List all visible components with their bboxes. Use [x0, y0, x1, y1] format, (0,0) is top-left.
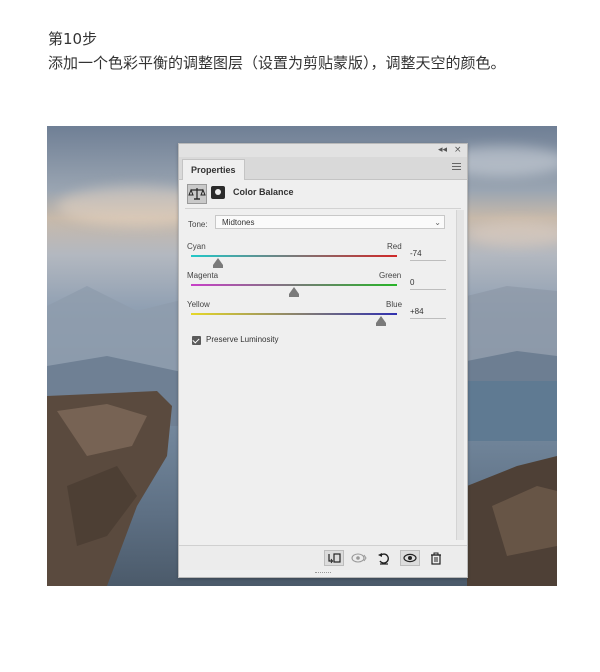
slider-value-field[interactable]: +84 [410, 306, 446, 319]
reset-icon[interactable] [374, 550, 394, 566]
slider-track[interactable] [191, 255, 397, 257]
panel-bottom-toolbar [179, 545, 467, 570]
tone-dropdown-value: Midtones [222, 218, 255, 227]
slider-track[interactable] [191, 313, 397, 315]
header-divider [185, 208, 461, 209]
properties-panel: ◂◂ × Properties Color Balance Tone: Midt… [178, 143, 468, 578]
slider-track[interactable] [191, 284, 397, 286]
slider-thumb[interactable] [212, 258, 223, 268]
visibility-eye-icon[interactable] [400, 550, 420, 566]
preserve-luminosity-checkbox[interactable] [192, 336, 201, 345]
panel-menu-icon[interactable] [452, 163, 461, 171]
slider-left-label: Cyan [187, 242, 206, 251]
view-previous-icon[interactable] [349, 550, 369, 566]
preserve-luminosity-label: Preserve Luminosity [206, 335, 279, 344]
step-description: 添加一个色彩平衡的调整图层（设置为剪贴蒙版），调整天空的颜色。 [48, 54, 506, 72]
slider-left-label: Yellow [187, 300, 210, 309]
panel-scrollbar[interactable] [456, 210, 464, 540]
panel-top-bar: ◂◂ × [179, 144, 467, 157]
slider-value-field[interactable]: 0 [410, 277, 446, 290]
slider-value-field[interactable]: -74 [410, 248, 446, 261]
tone-dropdown[interactable]: Midtones ⌄ [215, 215, 445, 229]
collapse-panel-icon[interactable]: ◂◂ [438, 145, 447, 156]
slider-thumb[interactable] [289, 287, 299, 297]
chevron-down-icon: ⌄ [434, 218, 441, 227]
tone-label: Tone: [188, 220, 208, 229]
adjustment-title: Color Balance [233, 187, 294, 197]
tab-properties[interactable]: Properties [182, 159, 245, 180]
panel-resize-grip[interactable] [315, 572, 331, 575]
clip-to-layer-icon[interactable] [324, 550, 344, 566]
step-title: 第10步 [48, 30, 98, 48]
color-balance-scale-icon [187, 184, 207, 204]
slider-left-label: Magenta [187, 271, 219, 280]
trash-icon[interactable] [426, 550, 446, 566]
adjustment-header: Color Balance [187, 184, 457, 204]
panel-tab-row: Properties [179, 157, 467, 180]
close-panel-icon[interactable]: × [454, 145, 462, 156]
slider-right-label: Red [387, 242, 402, 251]
slider-right-label: Blue [386, 300, 403, 309]
slider-thumb[interactable] [375, 316, 386, 326]
slider-right-label: Green [379, 271, 402, 280]
layer-mask-icon[interactable] [211, 186, 225, 199]
